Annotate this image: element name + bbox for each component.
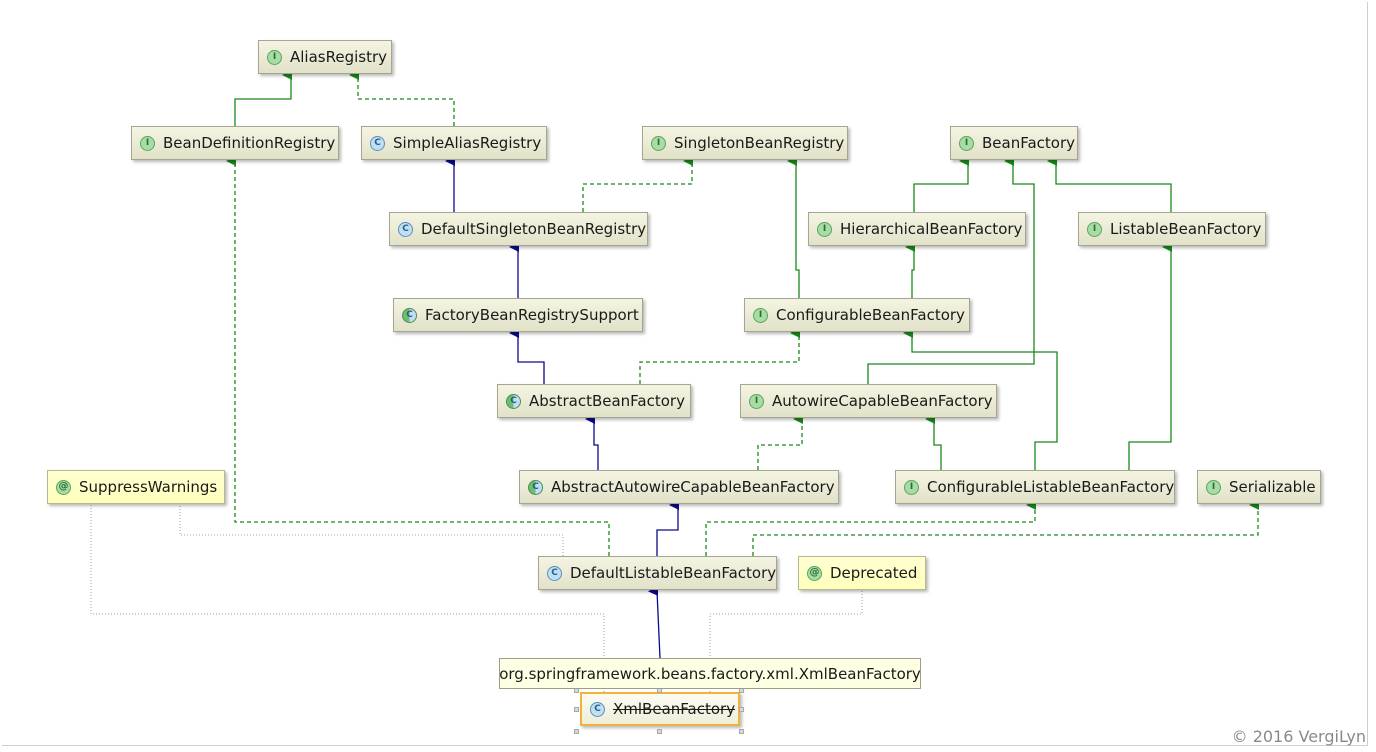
edge-implements (582, 156, 693, 212)
qualified-name-tooltip: org.springframework.beans.factory.xml.Xm… (499, 658, 921, 689)
edge-annotated-with (179, 505, 564, 556)
edge-implements (705, 500, 1036, 556)
edge-interface-extends (787, 156, 800, 298)
node-label: Deprecated (830, 564, 918, 582)
node-xml-bean-factory[interactable]: C XmlBeanFactory (580, 692, 740, 726)
node-label: AbstractBeanFactory (529, 392, 685, 410)
node-default-listable-bean-factory[interactable]: C DefaultListableBeanFactory (538, 556, 777, 590)
interface-icon: I (749, 393, 764, 409)
edge-interface-extends (1128, 242, 1172, 470)
annotation-icon: @ (807, 565, 822, 581)
node-hierarchical-bean-factory[interactable]: I HierarchicalBeanFactory (808, 212, 1026, 246)
selection-handle[interactable] (574, 707, 579, 712)
edge-implements (757, 414, 803, 470)
node-abstract-autowire-capable-bean-factory[interactable]: C AbstractAutowireCapableBeanFactory (519, 470, 839, 504)
edge-implements (349, 70, 455, 126)
class-icon: C (370, 135, 385, 151)
node-label: ListableBeanFactory (1110, 220, 1262, 238)
class-icon: C (398, 221, 413, 237)
interface-icon: I (817, 221, 832, 237)
node-label: SingletonBeanRegistry (674, 134, 845, 152)
node-configurable-listable-bean-factory[interactable]: I ConfigurableListableBeanFactory (895, 470, 1175, 504)
selection-handle[interactable] (739, 729, 744, 734)
node-label: DefaultListableBeanFactory (570, 564, 777, 582)
node-label: AutowireCapableBeanFactory (772, 392, 993, 410)
abstract-class-icon: C (528, 479, 543, 495)
node-label: AbstractAutowireCapableBeanFactory (551, 478, 835, 496)
node-label: HierarchicalBeanFactory (840, 220, 1023, 238)
interface-icon: I (904, 479, 919, 495)
edge-implements (639, 328, 800, 384)
node-serializable[interactable]: I Serializable (1197, 470, 1321, 504)
node-label: ConfigurableListableBeanFactory (927, 478, 1175, 496)
node-factory-bean-registry-support[interactable]: C FactoryBeanRegistrySupport (393, 298, 643, 332)
edge-interface-extends (867, 156, 1035, 384)
edge-interface-extends (234, 70, 292, 126)
edge-interface-extends (913, 156, 969, 212)
node-autowire-capable-bean-factory[interactable]: I AutowireCapableBeanFactory (740, 384, 997, 418)
node-label: Serializable (1229, 478, 1316, 496)
edge-class-extends (656, 500, 679, 556)
abstract-class-icon: C (402, 307, 417, 323)
node-simple-alias-registry[interactable]: C SimpleAliasRegistry (361, 126, 547, 160)
abstract-class-icon: C (506, 393, 521, 409)
edge-class-extends (585, 414, 599, 470)
interface-icon: I (140, 135, 155, 151)
node-suppress-warnings[interactable]: @ SuppressWarnings (47, 470, 225, 504)
node-label: BeanFactory (982, 134, 1076, 152)
edge-interface-extends (925, 414, 942, 470)
node-bean-definition-registry[interactable]: I BeanDefinitionRegistry (131, 126, 339, 160)
node-bean-factory[interactable]: I BeanFactory (950, 126, 1078, 160)
node-label: DefaultSingletonBeanRegistry (421, 220, 647, 238)
annotation-icon: @ (56, 479, 71, 495)
uml-diagram-canvas: I AliasRegistry I BeanDefinitionRegistry C… (0, 0, 1376, 752)
class-icon: C (547, 565, 562, 581)
interface-icon: I (753, 307, 768, 323)
edge-interface-extends (1047, 156, 1172, 212)
node-label: BeanDefinitionRegistry (163, 134, 336, 152)
edge-class-extends (648, 585, 661, 659)
interface-icon: I (1087, 221, 1102, 237)
node-label: ConfigurableBeanFactory (776, 306, 965, 324)
edge-class-extends (509, 328, 545, 384)
edge-implements (752, 500, 1259, 556)
selection-handle[interactable] (574, 729, 579, 734)
node-label: SuppressWarnings (79, 478, 218, 496)
selection-handle[interactable] (657, 729, 662, 734)
node-abstract-bean-factory[interactable]: C AbstractBeanFactory (497, 384, 691, 418)
class-icon: C (590, 701, 605, 717)
copyright-text: © 2016 VergiLyn (1231, 727, 1366, 746)
edge-interface-extends (905, 242, 915, 298)
interface-icon: I (959, 135, 974, 151)
node-label: AliasRegistry (290, 48, 388, 66)
node-default-singleton-bean-registry[interactable]: C DefaultSingletonBeanRegistry (389, 212, 648, 246)
selection-handle[interactable] (739, 707, 744, 712)
node-label: SimpleAliasRegistry (393, 134, 542, 152)
interface-icon: I (1206, 479, 1221, 495)
node-label: FactoryBeanRegistrySupport (425, 306, 639, 324)
relationship-lines (90, 70, 1259, 692)
node-singleton-bean-registry[interactable]: I SingletonBeanRegistry (642, 126, 848, 160)
node-listable-bean-factory[interactable]: I ListableBeanFactory (1078, 212, 1266, 246)
node-alias-registry[interactable]: I AliasRegistry (258, 40, 392, 74)
interface-icon: I (651, 135, 666, 151)
node-deprecated[interactable]: @ Deprecated (798, 556, 926, 590)
interface-icon: I (267, 49, 282, 65)
node-label: XmlBeanFactory (613, 700, 736, 718)
node-configurable-bean-factory[interactable]: I ConfigurableBeanFactory (744, 298, 970, 332)
